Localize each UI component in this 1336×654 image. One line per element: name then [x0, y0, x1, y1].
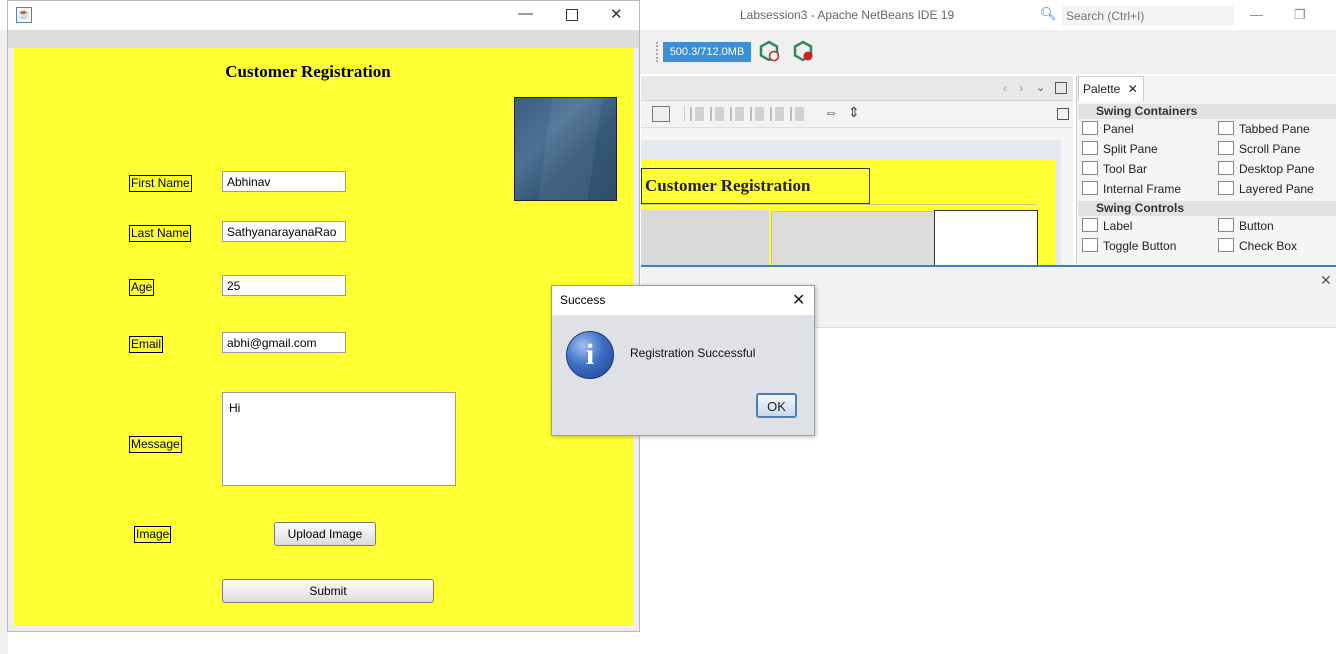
design-component[interactable] [641, 210, 769, 266]
first-name-field[interactable] [222, 171, 346, 192]
info-icon: i [566, 331, 614, 379]
first-name-label: First Name [129, 175, 192, 192]
expand-icon[interactable] [1057, 108, 1069, 120]
image-preview [514, 97, 617, 201]
toolbar-grip [656, 42, 660, 62]
close-icon[interactable]: ✕ [792, 290, 805, 310]
minimize-icon[interactable]: — [1250, 7, 1263, 22]
palette-section-swing-controls[interactable]: Swing Controls [1078, 201, 1336, 216]
scroll-left-icon[interactable]: ‹ [1003, 81, 1007, 95]
palette-item-desktop-pane[interactable]: Desktop Pane [1218, 160, 1314, 178]
email-label: Email [129, 336, 164, 353]
success-message: Registration Successful [630, 346, 756, 360]
restore-icon[interactable]: ❐ [1294, 7, 1306, 23]
design-title-label[interactable]: Customer Registration [641, 168, 870, 204]
editor-tab-bar [641, 76, 1073, 101]
maximize-pane-icon[interactable] [1055, 82, 1067, 94]
palette-item-tabbed-pane[interactable]: Tabbed Pane [1218, 120, 1310, 138]
design-component[interactable] [771, 211, 935, 268]
form-title: Customer Registration [225, 62, 391, 81]
palette-item-label[interactable]: Label [1082, 217, 1132, 235]
palette-item-check-box[interactable]: Check Box [1218, 237, 1297, 255]
split-pane-icon [1082, 141, 1098, 155]
ide-search-input[interactable] [1062, 6, 1234, 26]
submit-button[interactable]: Submit [222, 579, 434, 603]
layered-pane-icon [1218, 181, 1234, 195]
scroll-right-icon[interactable]: › [1019, 81, 1023, 95]
align-icons[interactable] [690, 107, 810, 121]
age-field[interactable] [222, 275, 346, 296]
tool-bar-icon [1082, 161, 1098, 175]
ok-button[interactable]: OK [756, 393, 797, 418]
toolbar-separator [684, 106, 685, 122]
palette-item-tool-bar[interactable]: Tool Bar [1082, 160, 1147, 178]
close-icon[interactable]: ✕ [1320, 272, 1332, 289]
palette-item-split-pane[interactable]: Split Pane [1082, 140, 1158, 158]
check-box-icon [1218, 238, 1234, 252]
profiler-icon[interactable] [792, 40, 814, 62]
design-guide-line [641, 204, 1037, 205]
gc-icon[interactable] [758, 40, 780, 62]
resize-horizontal-icon[interactable]: ⇔ [824, 104, 838, 120]
preview-design-icon[interactable] [652, 106, 670, 122]
frame-menu-strip [8, 30, 639, 48]
last-name-field[interactable] [222, 221, 346, 242]
message-textarea[interactable]: Hi [222, 392, 456, 486]
panel-icon [1082, 121, 1098, 135]
message-label: Message [129, 436, 182, 453]
close-icon[interactable]: ✕ [610, 5, 623, 23]
last-name-label: Last Name [129, 225, 192, 242]
java-icon: ☕ [16, 7, 32, 23]
chevron-down-icon[interactable]: ⌄ [1036, 81, 1045, 94]
tabbed-pane-icon [1218, 121, 1234, 135]
design-image-label[interactable] [934, 210, 1038, 268]
search-icon[interactable]: 🔍︎ [1040, 6, 1057, 22]
palette-item-panel[interactable]: Panel [1082, 120, 1134, 138]
scroll-pane-icon [1218, 141, 1234, 155]
palette-item-scroll-pane[interactable]: Scroll Pane [1218, 140, 1300, 158]
ide-title: Labsession3 - Apache NetBeans IDE 19 [740, 8, 955, 22]
palette-item-layered-pane[interactable]: Layered Pane [1218, 180, 1314, 198]
toggle-button-icon [1082, 238, 1098, 252]
label-icon [1082, 218, 1098, 232]
palette-item-toggle-button[interactable]: Toggle Button [1082, 237, 1176, 255]
age-label: Age [129, 279, 155, 296]
registration-window-titlebar[interactable] [8, 1, 639, 30]
palette-tab-label: Palette [1083, 82, 1121, 96]
success-dialog-title: Success [560, 293, 606, 307]
memory-indicator[interactable]: 500.3/712.0MB [663, 42, 751, 62]
resize-vertical-icon[interactable]: ⇕ [848, 104, 860, 121]
button-icon [1218, 218, 1234, 232]
email-field[interactable] [222, 332, 346, 353]
palette-section-swing-containers[interactable]: Swing Containers [1078, 104, 1336, 119]
upload-image-button[interactable]: Upload Image [274, 522, 376, 546]
maximize-icon[interactable] [566, 9, 578, 21]
close-icon[interactable]: ✕ [1128, 82, 1138, 96]
minimize-icon[interactable]: — [518, 5, 533, 22]
palette-item-button[interactable]: Button [1218, 217, 1274, 235]
image-label: Image [134, 526, 172, 543]
palette-item-internal-frame[interactable]: Internal Frame [1082, 180, 1181, 198]
internal-frame-icon [1082, 181, 1098, 195]
desktop-pane-icon [1218, 161, 1234, 175]
palette-tab[interactable]: Palette ✕ [1078, 76, 1144, 101]
